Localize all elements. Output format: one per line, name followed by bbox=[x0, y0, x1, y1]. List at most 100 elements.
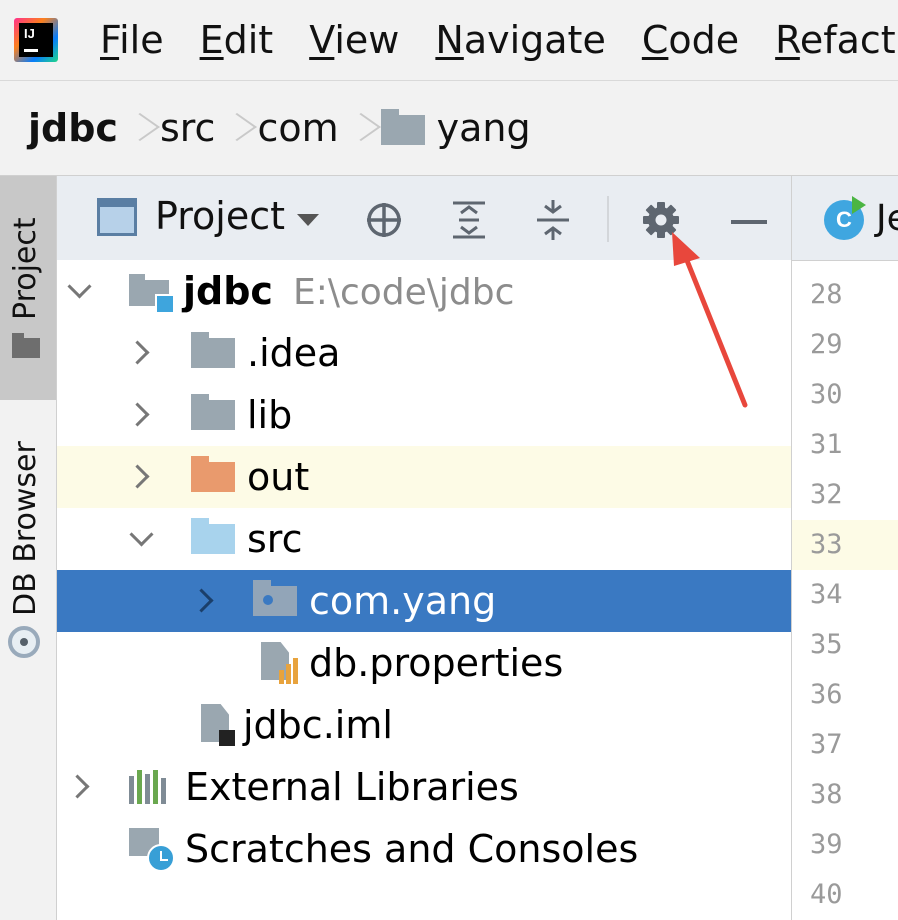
breadcrumb-items: jdbc src com yang bbox=[28, 103, 531, 153]
breadcrumb-item-yang[interactable]: yang bbox=[437, 106, 531, 150]
tree-node-label: lib bbox=[247, 393, 293, 437]
tree-node-name: jdbc bbox=[183, 269, 273, 313]
editor-tab-label: Je bbox=[876, 198, 898, 239]
line-number: 32 bbox=[810, 479, 843, 510]
menu-file[interactable]: File bbox=[100, 18, 164, 62]
menu-bar: IJ File Edit View Navigate Code Refact bbox=[0, 0, 898, 81]
tree-node-label: External Libraries bbox=[185, 765, 519, 809]
line-number: 31 bbox=[810, 429, 843, 460]
scratches-icon bbox=[129, 828, 177, 874]
breadcrumb-item-jdbc[interactable]: jdbc bbox=[28, 106, 118, 150]
excluded-folder-icon bbox=[191, 456, 235, 492]
chevron-right-icon[interactable] bbox=[129, 468, 145, 484]
project-panel-header: Project bbox=[57, 176, 791, 260]
tree-node-label: jdbc E:\code\jdbc bbox=[183, 269, 514, 313]
line-number: 40 bbox=[810, 879, 843, 910]
menu-navigate[interactable]: Navigate bbox=[435, 18, 605, 62]
iml-file-icon bbox=[197, 704, 237, 748]
tree-node-label: Scratches and Consoles bbox=[185, 827, 639, 871]
menu-view[interactable]: View bbox=[309, 18, 399, 62]
project-view-icon bbox=[97, 198, 137, 236]
tree-node-idea[interactable]: .idea bbox=[57, 322, 791, 384]
toolbar-divider bbox=[607, 196, 609, 242]
minimize-icon[interactable] bbox=[727, 200, 771, 240]
tree-node-com-yang[interactable]: com.yang bbox=[57, 570, 791, 632]
tree-node-jdbc[interactable]: jdbc E:\code\jdbc bbox=[57, 260, 791, 322]
line-number: 34 bbox=[810, 579, 843, 610]
db-browser-icon bbox=[8, 626, 40, 658]
line-number: 39 bbox=[810, 829, 843, 860]
locate-icon[interactable] bbox=[362, 200, 406, 240]
collapse-all-icon[interactable] bbox=[531, 200, 575, 240]
tree-node-out[interactable]: out bbox=[57, 446, 791, 508]
breadcrumb-item-src[interactable]: src bbox=[160, 106, 215, 150]
project-view-dropdown[interactable]: Project bbox=[155, 194, 285, 238]
menu-refactor[interactable]: Refact bbox=[775, 18, 896, 62]
tree-node-label: jdbc.iml bbox=[243, 703, 393, 747]
menu-items: File Edit View Navigate Code Refact bbox=[100, 0, 898, 80]
breadcrumb-separator bbox=[347, 103, 373, 153]
breadcrumb-separator bbox=[126, 103, 152, 153]
line-number: 35 bbox=[810, 629, 843, 660]
expand-all-icon[interactable] bbox=[447, 200, 491, 240]
left-tool-strip: Project DB Browser bbox=[0, 176, 57, 920]
intellij-logo-icon: IJ bbox=[14, 18, 58, 62]
line-number-gutter: 28 29 30 31 32 33 34 35 36 37 38 39 40 bbox=[792, 270, 898, 920]
chevron-right-icon[interactable] bbox=[129, 406, 145, 422]
chevron-right-icon[interactable] bbox=[129, 344, 145, 360]
menu-file-label: ile bbox=[119, 18, 164, 62]
folder-icon bbox=[12, 333, 40, 358]
tree-node-src[interactable]: src bbox=[57, 508, 791, 570]
package-folder-icon bbox=[380, 109, 425, 145]
menu-navigate-label: avigate bbox=[463, 18, 606, 62]
library-icon bbox=[129, 770, 169, 804]
tree-node-db-properties[interactable]: db.properties bbox=[57, 632, 791, 694]
menu-code-mnemonic: C bbox=[641, 18, 669, 62]
line-number: 28 bbox=[810, 279, 843, 310]
tree-node-scratches[interactable]: Scratches and Consoles bbox=[57, 818, 791, 880]
line-number-current: 33 bbox=[792, 520, 898, 570]
package-icon bbox=[253, 580, 297, 616]
project-tool-window-button[interactable]: Project bbox=[0, 176, 56, 400]
gear-icon[interactable] bbox=[639, 200, 683, 240]
tree-node-label: src bbox=[247, 517, 303, 561]
chevron-right-icon[interactable] bbox=[69, 778, 85, 794]
chevron-down-icon[interactable] bbox=[297, 214, 319, 226]
tree-node-lib[interactable]: lib bbox=[57, 384, 791, 446]
project-panel: Project jdbc E:\code\jdbc .idea lib out … bbox=[57, 176, 791, 920]
menu-edit-label: dit bbox=[223, 18, 274, 62]
menu-navigate-mnemonic: N bbox=[435, 18, 464, 62]
editor-tab[interactable]: C Je bbox=[792, 176, 898, 261]
run-badge-icon bbox=[852, 196, 866, 214]
breadcrumb-separator bbox=[223, 103, 249, 153]
properties-file-icon bbox=[257, 642, 298, 686]
line-number: 30 bbox=[810, 379, 843, 410]
menu-refactor-mnemonic: R bbox=[775, 18, 800, 62]
menu-code[interactable]: Code bbox=[642, 18, 739, 62]
menu-code-label: ode bbox=[668, 18, 740, 62]
source-folder-icon bbox=[191, 518, 235, 554]
menu-file-mnemonic: F bbox=[100, 18, 120, 62]
line-number: 38 bbox=[810, 779, 843, 810]
line-number: 36 bbox=[810, 679, 843, 710]
menu-refactor-label: efact bbox=[799, 18, 896, 62]
chevron-down-icon[interactable] bbox=[69, 282, 85, 298]
breadcrumb: jdbc src com yang bbox=[0, 81, 898, 176]
tree-node-label: .idea bbox=[247, 331, 341, 375]
menu-edit[interactable]: Edit bbox=[200, 18, 274, 62]
folder-icon bbox=[191, 332, 235, 368]
tree-node-jdbc-iml[interactable]: jdbc.iml bbox=[57, 694, 791, 756]
chevron-right-icon[interactable] bbox=[193, 592, 209, 608]
project-tool-label: Project bbox=[8, 217, 43, 320]
tree-node-label: com.yang bbox=[309, 579, 497, 623]
tree-node-label: out bbox=[247, 455, 310, 499]
editor-area: C Je 28 29 30 31 32 33 34 35 36 37 38 39… bbox=[791, 176, 898, 920]
line-number: 29 bbox=[810, 329, 843, 360]
breadcrumb-item-com[interactable]: com bbox=[257, 106, 338, 150]
line-number: 37 bbox=[810, 729, 843, 760]
chevron-down-icon[interactable] bbox=[131, 530, 147, 546]
menu-view-mnemonic: V bbox=[309, 18, 335, 62]
tree-node-external-libraries[interactable]: External Libraries bbox=[57, 756, 791, 818]
tree-node-label: db.properties bbox=[309, 641, 564, 685]
tree-node-path: E:\code\jdbc bbox=[292, 272, 515, 313]
